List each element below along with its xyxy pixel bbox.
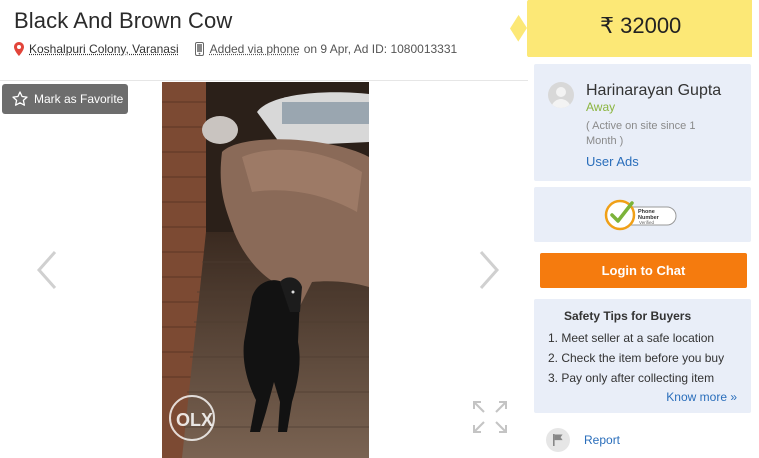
safety-tips: Safety Tips for Buyers 1. Meet seller at…	[534, 299, 751, 413]
added-via: Added via phone	[209, 42, 300, 56]
user-icon	[551, 87, 571, 108]
location-link[interactable]: Koshalpuri Colony, Varanasi	[29, 42, 179, 56]
phone-verified-badge: Phone Number Verified	[604, 199, 677, 231]
phone-icon	[194, 42, 204, 56]
mark-favorite-label: Mark as Favorite	[34, 92, 124, 106]
seller-card: Harinarayan Gupta Away ( Active on site …	[534, 64, 751, 181]
chevron-right-icon[interactable]	[478, 250, 500, 290]
ad-meta: Koshalpuri Colony, Varanasi Added via ph…	[14, 42, 457, 56]
verification-card: Phone Number Verified	[534, 187, 751, 242]
seller-name[interactable]: Harinarayan Gupta	[586, 82, 721, 100]
user-ads-link[interactable]: User Ads	[586, 154, 639, 169]
location-pin-icon	[14, 42, 24, 56]
fullscreen-icon[interactable]	[472, 400, 508, 434]
safety-tips-list: 1. Meet seller at a safe location 2. Che…	[548, 331, 724, 391]
ad-title: Black And Brown Cow	[14, 8, 233, 33]
avatar[interactable]	[548, 82, 574, 108]
list-item: 1. Meet seller at a safe location	[548, 331, 715, 345]
star-icon	[12, 91, 28, 106]
report-link[interactable]: Report	[546, 428, 620, 452]
list-item: 3. Pay only after collecting item	[548, 371, 715, 385]
chevron-left-icon[interactable]	[36, 250, 58, 290]
login-to-chat-button[interactable]: Login to Chat	[540, 253, 747, 288]
price: ₹ 32000	[600, 13, 682, 38]
ad-date-id: on 9 Apr, Ad ID: 1080013331	[303, 42, 458, 56]
price-tag: ₹ 32000	[509, 0, 752, 57]
svg-text:OLX: OLX	[176, 410, 213, 430]
flag-icon	[546, 428, 570, 452]
svg-text:Verified: Verified	[639, 220, 655, 225]
mark-favorite-button[interactable]: Mark as Favorite	[2, 84, 128, 114]
seller-active-since: ( Active on site since 1 Month )	[586, 120, 696, 147]
seller-status: Away	[586, 100, 616, 114]
report-label: Report	[584, 433, 621, 447]
know-more-link[interactable]: Know more »	[666, 390, 737, 404]
ad-photo[interactable]: OLX	[162, 82, 369, 458]
safety-tips-title: Safety Tips for Buyers	[564, 309, 692, 323]
list-item: 2. Check the item before you buy	[548, 351, 725, 365]
